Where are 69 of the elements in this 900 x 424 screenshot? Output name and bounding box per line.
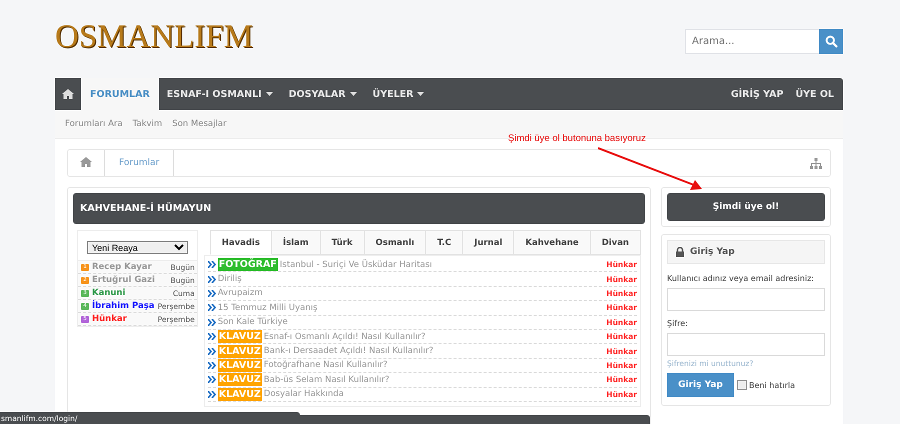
double-chevron-icon xyxy=(208,318,216,326)
subnav-link[interactable]: Son Mesajlar xyxy=(167,119,232,129)
member-name[interactable]: Hünkar xyxy=(92,314,155,324)
checkbox[interactable] xyxy=(737,380,747,390)
thread-link[interactable]: 15 Temmuz Milli Uyanış xyxy=(218,302,318,313)
double-chevron-icon xyxy=(208,376,216,384)
thread-link[interactable]: Diriliş xyxy=(218,274,242,284)
search-button[interactable] xyxy=(819,28,843,54)
forum-tab[interactable]: Divan xyxy=(590,230,641,255)
signup-button[interactable]: Şimdi üye ol! xyxy=(667,193,825,221)
username-field[interactable] xyxy=(667,288,825,311)
double-chevron-icon xyxy=(208,348,216,355)
breadcrumb-link[interactable]: Forumlar xyxy=(105,150,174,176)
thread-prefix: KLAVUZ xyxy=(218,330,262,344)
forum-tab[interactable]: Kahvehane xyxy=(514,230,591,255)
double-chevron-icon xyxy=(208,333,216,340)
nav-tab[interactable]: ÜYELER xyxy=(364,78,432,110)
nav-tab[interactable]: ESNAF-I OSMANLI xyxy=(158,78,281,110)
category-title: KAHVEHANE-İ HÜMAYUN xyxy=(80,203,212,214)
member-group-select[interactable]: Yeni Reaya xyxy=(87,241,188,254)
thread-link[interactable]: Son Kale Türkiye xyxy=(218,317,288,328)
thread-prefix: KLAVUZ xyxy=(218,388,262,401)
thread-link[interactable]: Dosyalar Hakkında xyxy=(264,389,344,400)
nav-tab[interactable]: DOSYALAR xyxy=(280,78,365,110)
thread-link[interactable]: Istanbul - Suriçi Ve Üsküdar Haritası xyxy=(280,260,432,270)
thread-link[interactable]: Avrupaizm xyxy=(218,288,263,298)
double-chevron-icon xyxy=(208,304,216,312)
forum-tab[interactable]: T.C xyxy=(426,230,464,255)
nav-link[interactable]: ÜYE OL xyxy=(789,78,843,110)
double-chevron-icon xyxy=(208,261,216,268)
member-name[interactable]: İbrahim Paşa xyxy=(92,301,155,311)
remember-me-checkbox[interactable]: Beni hatırla xyxy=(737,380,795,390)
password-label: Şifre: xyxy=(667,319,689,328)
username-label: Kullanıcı adınız veya email adresiniz: xyxy=(667,274,815,283)
annotation-text: Şimdi üye ol butonuna basıyoruz xyxy=(508,133,646,144)
subnav-link[interactable]: Forumları Ara xyxy=(60,119,128,129)
thread-prefix: KLAVUZ xyxy=(218,358,262,372)
sitemap-icon[interactable] xyxy=(810,158,822,168)
password-field[interactable] xyxy=(667,333,825,356)
nav-tab[interactable]: FORUMLAR xyxy=(81,78,159,110)
member-name[interactable]: Ertuğrul Gazi xyxy=(92,275,168,285)
member-name[interactable]: Recep Kayar xyxy=(92,262,168,272)
site-logo[interactable]: OSMANLIFM xyxy=(55,20,254,54)
thread-link[interactable]: Bab-üs Selam Nasıl Kullanılır? xyxy=(264,374,390,385)
thread-prefix: KLAVUZ xyxy=(218,344,262,358)
double-chevron-icon xyxy=(208,276,216,283)
login-title: Giriş Yap xyxy=(690,247,735,257)
double-chevron-icon xyxy=(208,362,216,369)
login-button[interactable]: Giriş Yap xyxy=(667,373,734,397)
forum-tab[interactable]: İslam xyxy=(272,230,321,255)
forum-tab[interactable]: Havadis xyxy=(210,230,272,255)
home-icon xyxy=(62,89,74,99)
home-icon xyxy=(80,156,92,166)
subnav-link[interactable]: Takvim xyxy=(128,119,168,129)
search-field[interactable]: Arama... xyxy=(685,28,819,54)
lock-icon xyxy=(676,247,684,257)
forum-tab[interactable]: Jurnal xyxy=(463,230,514,255)
thread-link[interactable]: Fotoğrafhane Nasıl Kullanılır? xyxy=(264,360,388,370)
search-icon xyxy=(824,34,838,48)
thread-link[interactable]: Bank-ı Dersaadet Açıldı! Nasıl Kullanılır? xyxy=(264,346,434,356)
member-name[interactable]: Kanuni xyxy=(92,288,170,298)
forum-tab[interactable]: Türk xyxy=(320,230,365,255)
thread-prefix: FOTOĞRAF xyxy=(218,258,278,272)
double-chevron-icon xyxy=(208,290,216,297)
double-chevron-icon xyxy=(208,390,216,398)
nav-link[interactable]: GİRİŞ YAP xyxy=(724,78,790,110)
thread-prefix: KLAVUZ xyxy=(218,373,262,386)
thread-link[interactable]: Esnaf-ı Osmanlı Açıldı! Nasıl Kullanılır? xyxy=(264,332,426,342)
forum-tab[interactable]: Osmanlı xyxy=(364,230,426,255)
